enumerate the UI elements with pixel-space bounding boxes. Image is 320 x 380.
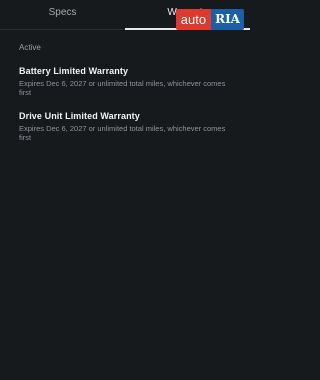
warranty-screen: Specs Warranty auto RIA Active Battery L… — [0, 0, 250, 380]
watermark-auto-text: auto — [175, 9, 212, 30]
warranty-item-subtitle: Expires Dec 6, 2027 or unlimited total m… — [19, 124, 226, 142]
warranty-item-subtitle: Expires Dec 6, 2027 or unlimited total m… — [19, 79, 226, 97]
tab-specs[interactable]: Specs — [0, 0, 125, 29]
warranty-item-title: Battery Limited Warranty — [19, 66, 129, 76]
watermark-ria-text: RIA — [211, 9, 244, 30]
warranty-item: Drive Unit Limited Warranty Expires Dec … — [19, 111, 234, 142]
section-label-active: Active — [19, 43, 41, 52]
autoria-watermark-logo: auto RIA — [175, 9, 244, 30]
warranty-item-title: Drive Unit Limited Warranty — [19, 111, 140, 121]
warranty-item: Battery Limited Warranty Expires Dec 6, … — [19, 66, 234, 97]
